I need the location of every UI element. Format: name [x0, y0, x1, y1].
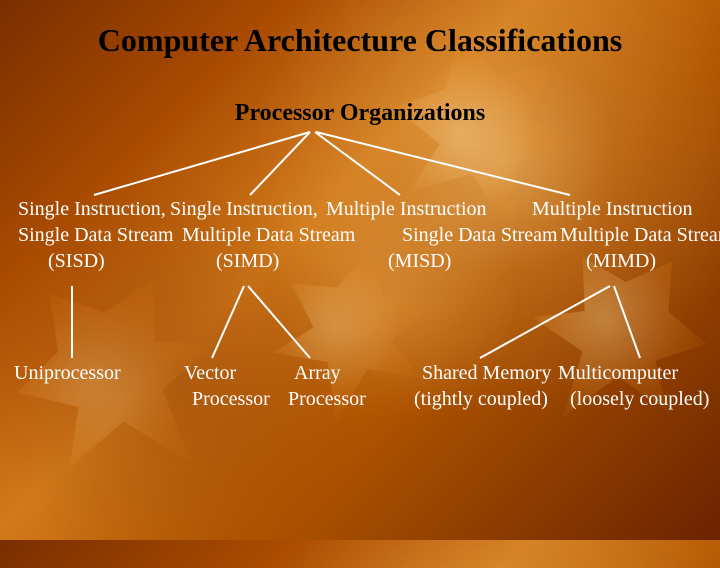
sisd-label: (SISD) — [48, 250, 105, 273]
mimd-line2: Multiple Data Stream — [560, 224, 720, 247]
sisd-line1: Single Instruction, — [18, 198, 166, 221]
slide-title: Computer Architecture Classifications — [0, 22, 720, 59]
mimd-label: (MIMD) — [586, 250, 656, 273]
uniprocessor-label: Uniprocessor — [14, 362, 121, 385]
simd-label: (SIMD) — [216, 250, 279, 273]
multicomputer-label-1: Multicomputer — [558, 362, 678, 385]
shared-mem-label-2: (tightly coupled) — [414, 388, 548, 411]
shared-mem-label-1: Shared Memory — [422, 362, 551, 385]
misd-line1: Multiple Instruction — [326, 198, 487, 221]
misd-label: (MISD) — [388, 250, 451, 273]
vector-label-2: Processor — [192, 388, 270, 411]
simd-line2: Multiple Data Stream — [182, 224, 355, 247]
vector-label-1: Vector — [184, 362, 236, 385]
mimd-line1: Multiple Instruction — [532, 198, 693, 221]
array-label-1: Array — [294, 362, 341, 385]
sisd-line2: Single Data Stream — [18, 224, 174, 247]
slide-subtitle: Processor Organizations — [0, 100, 720, 127]
simd-line1: Single Instruction, — [170, 198, 318, 221]
multicomputer-label-2: (loosely coupled) — [570, 388, 709, 411]
misd-line2: Single Data Stream — [402, 224, 558, 247]
array-label-2: Processor — [288, 388, 366, 411]
